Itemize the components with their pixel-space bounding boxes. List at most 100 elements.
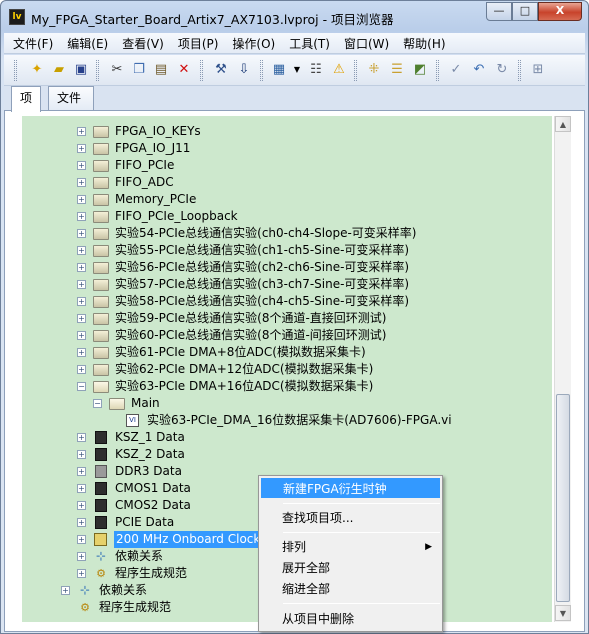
cut-icon[interactable]: ✂: [108, 61, 126, 79]
expand-icon[interactable]: +: [77, 127, 86, 136]
expand-icon[interactable]: +: [77, 569, 86, 578]
expand-icon[interactable]: +: [77, 365, 86, 374]
menu-item-expand-all[interactable]: 展开全部: [261, 558, 440, 578]
menu-window[interactable]: 窗口(W): [335, 35, 394, 52]
expand-icon[interactable]: +: [77, 552, 86, 561]
collapse-icon[interactable]: −: [93, 399, 102, 408]
expand-icon[interactable]: +: [77, 229, 86, 238]
folder-icon: [93, 211, 109, 223]
scroll-thumb[interactable]: [556, 394, 570, 602]
menu-operate[interactable]: 操作(O): [223, 35, 280, 52]
tree-item[interactable]: + 实验56-PCIe总线通信实验(ch2-ch6-Sine-可变采样率): [22, 259, 542, 276]
undo-icon[interactable]: ↶: [470, 61, 488, 79]
expand-icon[interactable]: +: [77, 195, 86, 204]
menu-item-arrange[interactable]: 排列 ▶: [261, 537, 440, 557]
tree-item[interactable]: − Main: [22, 395, 542, 412]
tree-item[interactable]: + FPGA_IO_J11: [22, 140, 542, 157]
tree-item[interactable]: + Memory_PCIe: [22, 191, 542, 208]
toolbar-grip[interactable]: [436, 60, 439, 81]
view-options-icon[interactable]: ▦: [270, 61, 288, 79]
tree-item[interactable]: + 实验59-PCIe总线通信实验(8个通道-直接回环测试): [22, 310, 542, 327]
menu-item-collapse-all[interactable]: 缩进全部: [261, 579, 440, 599]
tree-item[interactable]: + 实验61-PCIe DMA+8位ADC(模拟数据采集卡): [22, 344, 542, 361]
toolbar-grip[interactable]: [14, 60, 17, 81]
warning-icon[interactable]: ⚠: [330, 61, 348, 79]
expand-icon[interactable]: +: [77, 161, 86, 170]
expand-icon[interactable]: +: [77, 501, 86, 510]
toolbar-grip[interactable]: [200, 60, 203, 81]
expand-icon[interactable]: +: [77, 518, 86, 527]
refresh-icon[interactable]: ↻: [493, 61, 511, 79]
toolbar-grip[interactable]: [260, 60, 263, 81]
paste-icon[interactable]: ▤: [152, 61, 170, 79]
tree-item[interactable]: + KSZ_1 Data: [22, 429, 542, 446]
toolbar-grip[interactable]: [518, 60, 521, 81]
delete-icon[interactable]: ✕: [175, 61, 193, 79]
tree-item[interactable]: − 实验63-PCIe DMA+16位ADC(模拟数据采集卡): [22, 378, 542, 395]
expand-icon[interactable]: +: [77, 314, 86, 323]
expand-icon[interactable]: +: [77, 433, 86, 442]
menu-item-label: 排列: [282, 540, 307, 554]
tree-item[interactable]: + 实验54-PCIe总线通信实验(ch0-ch4-Slope-可变采样率): [22, 225, 542, 242]
deploy-icon[interactable]: ⇩: [235, 61, 253, 79]
scroll-up-icon[interactable]: ▲: [555, 116, 571, 132]
menu-tools[interactable]: 工具(T): [280, 35, 335, 52]
vertical-scrollbar[interactable]: ▲ ▼: [554, 116, 571, 622]
tree-item[interactable]: + 实验58-PCIe总线通信实验(ch4-ch5-Sine-可变采样率): [22, 293, 542, 310]
expand-icon[interactable]: +: [77, 280, 86, 289]
tree-item[interactable]: + FPGA_IO_KEYs: [22, 123, 542, 140]
menu-item-remove-from-project[interactable]: 从项目中删除: [261, 609, 440, 629]
collapse-all-icon[interactable]: ☰: [388, 61, 406, 79]
expand-icon[interactable]: +: [61, 586, 70, 595]
save-all-icon[interactable]: ▣: [72, 61, 90, 79]
menu-edit[interactable]: 编辑(E): [58, 35, 113, 52]
menu-view[interactable]: 查看(V): [113, 35, 169, 52]
tab-files[interactable]: 文件: [48, 86, 94, 110]
minimize-button[interactable]: —: [486, 2, 512, 21]
tree-item[interactable]: + 实验57-PCIe总线通信实验(ch3-ch7-Sine-可变采样率): [22, 276, 542, 293]
tree-item-label: 实验56-PCIe总线通信实验(ch2-ch6-Sine-可变采样率): [115, 260, 410, 274]
expand-icon[interactable]: +: [77, 331, 86, 340]
expand-icon[interactable]: +: [77, 484, 86, 493]
expand-icon[interactable]: +: [77, 450, 86, 459]
expand-icon[interactable]: +: [77, 535, 86, 544]
checkout-icon[interactable]: ✓: [447, 61, 465, 79]
expand-icon[interactable]: +: [77, 467, 86, 476]
toolbar-grip[interactable]: [96, 60, 99, 81]
toolbar-grip[interactable]: [354, 60, 357, 81]
new-file-icon[interactable]: ✦: [28, 61, 46, 79]
menu-project[interactable]: 项目(P): [169, 35, 224, 52]
expand-icon[interactable]: +: [77, 263, 86, 272]
expand-icon[interactable]: +: [77, 178, 86, 187]
add-icon[interactable]: ⊞: [529, 61, 547, 79]
tree-item[interactable]: VI 实验63-PCIe_DMA_16位数据采集卡(AD7606)-FPGA.v…: [22, 412, 542, 429]
tree-item[interactable]: + 实验62-PCIe DMA+12位ADC(模拟数据采集卡): [22, 361, 542, 378]
tree-item[interactable]: + KSZ_2 Data: [22, 446, 542, 463]
expand-icon[interactable]: +: [77, 212, 86, 221]
build-icon[interactable]: ⚒: [212, 61, 230, 79]
menu-item-find-item[interactable]: 查找项目项...: [261, 508, 440, 528]
expand-icon[interactable]: +: [77, 348, 86, 357]
expand-all-icon[interactable]: ⁜: [365, 61, 383, 79]
properties-icon[interactable]: ☷: [307, 61, 325, 79]
maximize-button[interactable]: □: [512, 2, 538, 21]
tree-item[interactable]: + FIFO_ADC: [22, 174, 542, 191]
tree-item[interactable]: + 实验60-PCIe总线通信实验(8个通道-间接回环测试): [22, 327, 542, 344]
expand-icon[interactable]: +: [77, 246, 86, 255]
menu-help[interactable]: 帮助(H): [394, 35, 450, 52]
tree-item[interactable]: + 实验55-PCIe总线通信实验(ch1-ch5-Sine-可变采样率): [22, 242, 542, 259]
expand-icon[interactable]: +: [77, 297, 86, 306]
tree-item[interactable]: + FIFO_PCIe: [22, 157, 542, 174]
close-button[interactable]: X: [538, 2, 582, 21]
view-options-dropdown-icon[interactable]: ▼: [288, 61, 306, 79]
copy-icon[interactable]: ❐: [130, 61, 148, 79]
collapse-icon[interactable]: −: [77, 382, 86, 391]
tab-items[interactable]: 项: [11, 86, 41, 112]
menu-file[interactable]: 文件(F): [4, 35, 58, 52]
menu-item-new-derived-clock[interactable]: 新建FPGA衍生时钟: [261, 478, 440, 498]
scroll-down-icon[interactable]: ▼: [555, 605, 571, 621]
add-files-icon[interactable]: ◩: [411, 61, 429, 79]
open-folder-icon[interactable]: ▰: [50, 61, 68, 79]
tree-item[interactable]: + FIFO_PCIe_Loopback: [22, 208, 542, 225]
expand-icon[interactable]: +: [77, 144, 86, 153]
